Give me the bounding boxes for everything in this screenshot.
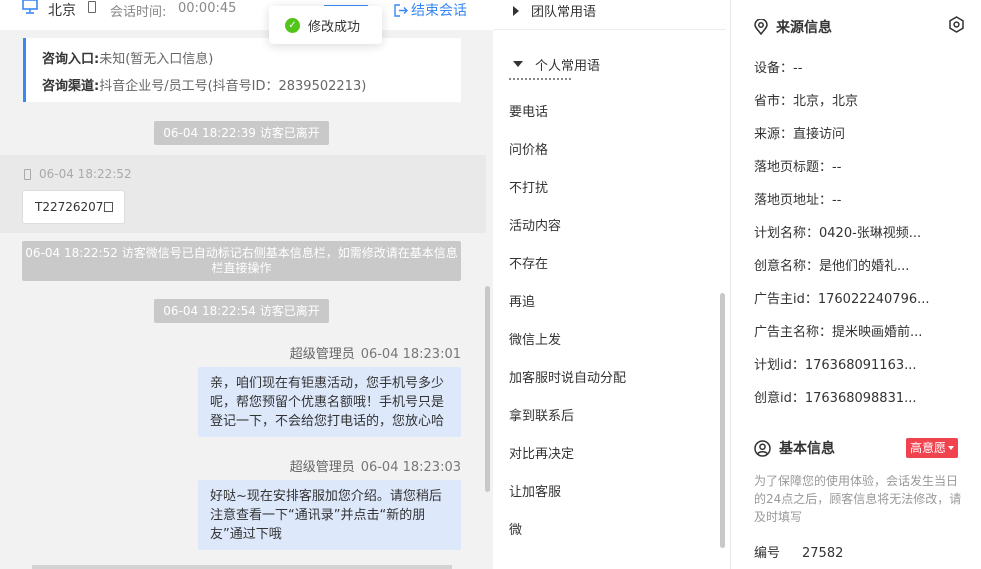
success-toast: ✓ 修改成功 (269, 6, 382, 44)
sender-name: 超级管理员 (289, 460, 355, 475)
phrases-scrollbar[interactable] (720, 293, 725, 548)
monitor-icon (22, 0, 38, 14)
phrase-item[interactable]: 让加客服 (509, 481, 561, 500)
location-pin-icon (754, 19, 768, 35)
phrase-item[interactable]: 微信上发 (509, 329, 561, 348)
advertiser-id: 广告主id：176022240796... (754, 292, 930, 307)
user-circle-icon (754, 439, 771, 457)
landing-page-title: 落地页标题：-- (754, 160, 842, 175)
caret-down-icon (513, 61, 523, 67)
source-info-header: 来源信息 (754, 17, 832, 37)
phrase-item[interactable]: 不存在 (509, 253, 548, 272)
phrase-group-label: 个人常用语 (535, 58, 601, 74)
common-phrases-panel: 团队常用语 个人常用语 要电话 问价格 不打扰 活动内容 不存在 再追 微信上发… (493, 0, 731, 569)
system-message: 06-04 18:22:54 访客已离开 (154, 299, 329, 323)
customer-info-panel: 来源信息 设备：-- 省市：北京，北京 来源：直接访问 落地页标题：-- 落地页… (732, 0, 981, 569)
mobile-icon (88, 1, 96, 13)
basic-info-header: 基本信息 (754, 438, 835, 458)
end-session-button[interactable]: 结束会话 (394, 0, 467, 20)
consult-channel-label: 咨询渠道: (42, 79, 100, 94)
consult-entry-label: 咨询入口: (42, 52, 100, 67)
agent-message-bubble: 亲，咱们现在有钜惠活动，您手机号多少呢，帮您预留个优惠名额哦！手机号只是登记一下… (198, 367, 461, 437)
customer-id-value: 27582 (802, 546, 844, 561)
consult-info-card: 咨询入口:未知(暂无入口信息) 咨询渠道:抖音企业号/员工号(抖音号ID：283… (23, 38, 461, 102)
source-info-title: 来源信息 (776, 20, 832, 36)
phrase-item[interactable]: 问价格 (509, 139, 548, 158)
plan-id: 计划id：176368091163... (754, 358, 917, 373)
customer-id-label: 编号 (754, 546, 781, 561)
phrase-group-label: 团队常用语 (531, 5, 597, 20)
visitor-message-bubble[interactable]: T22726207 (22, 190, 125, 224)
phrase-item-clipped (509, 78, 571, 82)
phrase-item[interactable]: 微 (509, 519, 522, 538)
toast-message: 修改成功 (308, 19, 361, 35)
check-circle-icon: ✓ (285, 17, 300, 33)
phrase-item[interactable]: 要电话 (509, 101, 548, 120)
chat-horizontal-scrollbar[interactable] (32, 565, 452, 569)
chat-panel: 北京 会话时间: 00:00:45 结束会话 咨询入口:未知(暂无入口信息) 咨… (0, 0, 493, 569)
chevron-down-icon (948, 446, 955, 450)
session-time: 00:00:45 (178, 1, 237, 16)
visitor-message-time: 06-04 18:22:52 (24, 167, 132, 181)
plan-name: 计划名称：0420-张琳视频... (754, 226, 922, 241)
source-channel: 来源：直接访问 (754, 127, 846, 142)
agent-sender: 超级管理员 06-04 18:23:03 (290, 456, 461, 475)
sender-time: 06-04 18:23:03 (360, 460, 461, 475)
copy-icon[interactable] (104, 202, 114, 212)
caret-right-icon (513, 5, 519, 16)
sender-name: 超级管理员 (289, 347, 355, 362)
consult-channel: 咨询渠道:抖音企业号/员工号(抖音号ID：2839502213) (42, 75, 366, 94)
sender-time: 06-04 18:23:01 (360, 347, 461, 362)
system-notice: 06-04 18:22:52 访客微信号已自动标记右侧基本信息栏，如需修改请在基… (22, 241, 461, 281)
phrase-item[interactable]: 活动内容 (509, 215, 561, 234)
landing-page-url: 落地页地址：-- (754, 193, 842, 208)
consult-entry: 咨询入口:未知(暂无入口信息) (42, 48, 213, 67)
visitor-message-timestamp: 06-04 18:22:52 (39, 167, 132, 181)
agent-message-bubble: 好哒~现在安排客服加您介绍。请您稍后注意查看一下“通讯录”并点击“新的朋友”通过… (198, 480, 461, 550)
chat-scrollbar[interactable] (485, 286, 490, 492)
phrase-item[interactable]: 对比再决定 (509, 443, 574, 462)
mobile-icon (24, 168, 31, 180)
session-time-label: 会话时间: (110, 5, 167, 20)
intent-tag-dropdown[interactable]: 高意愿 (906, 438, 959, 458)
source-region: 省市：北京，北京 (754, 94, 859, 109)
end-session-label: 结束会话 (411, 3, 467, 19)
edit-deadline-hint: 为了保障您的使用体验，会话发生当日的24点之后，顾客信息将无法修改，请及时填写 (754, 474, 962, 524)
consult-channel-value: 抖音企业号/员工号(抖音号ID：2839502213) (99, 79, 367, 94)
source-device: 设备：-- (754, 61, 803, 76)
customer-id: 编号 27582 (754, 542, 843, 561)
phrase-item[interactable]: 不打扰 (509, 177, 548, 196)
intent-tag-label: 高意愿 (910, 441, 947, 455)
creative-name: 创意名称：是他们的婚礼... (754, 259, 910, 274)
system-message: 06-04 18:22:39 访客已离开 (154, 121, 329, 145)
chat-header: 北京 会话时间: 00:00:45 结束会话 (0, 0, 493, 30)
advertiser-name: 广告主名称：提米映画婚前... (754, 325, 923, 340)
exit-icon (394, 3, 408, 17)
phrase-item[interactable]: 再追 (509, 291, 535, 310)
basic-info-title: 基本信息 (779, 441, 835, 457)
visitor-city: 北京 (48, 3, 76, 19)
creative-id: 创意id：176368098831... (754, 391, 917, 406)
agent-sender: 超级管理员 06-04 18:23:01 (290, 343, 461, 362)
phrase-group-team[interactable]: 团队常用语 (493, 0, 726, 30)
phrase-item[interactable]: 拿到联系后 (509, 405, 574, 424)
phrase-item[interactable]: 加客服时说自动分配 (509, 367, 626, 386)
settings-icon[interactable] (948, 16, 965, 33)
consult-entry-value: 未知(暂无入口信息) (99, 52, 214, 67)
order-id: T22726207 (35, 200, 104, 214)
